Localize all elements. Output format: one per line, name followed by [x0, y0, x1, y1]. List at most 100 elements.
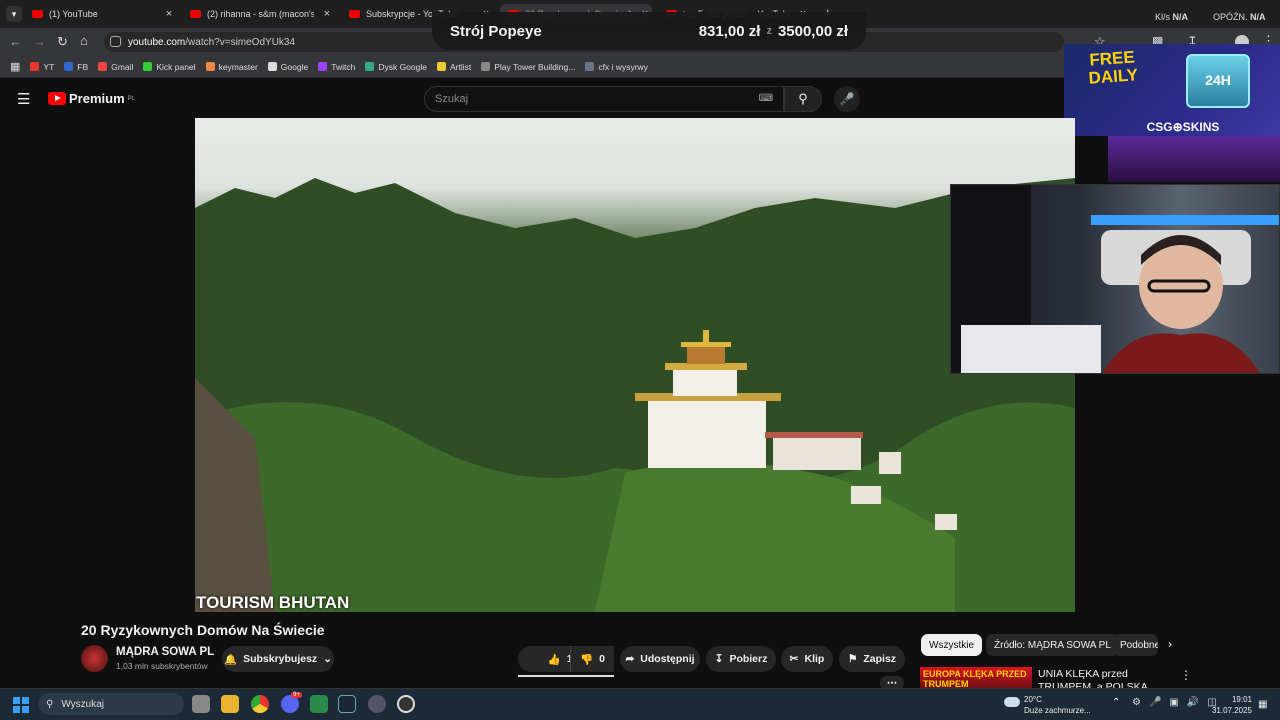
bookmark-item[interactable]: Gmail [98, 62, 133, 72]
thumbs-down-icon: 👎 [580, 653, 594, 666]
dislike-button[interactable]: 👎 0 [570, 646, 614, 672]
download-icon: ↧ [714, 653, 724, 665]
video-player[interactable] [195, 118, 1075, 612]
share-button[interactable]: ➦ Udostępnij [620, 646, 700, 672]
bookmark-item[interactable]: FB [64, 62, 88, 72]
bookmark-favicon-icon [267, 62, 277, 71]
cloud-icon [1004, 697, 1020, 707]
bookmark-favicon-icon [30, 62, 40, 71]
back-icon[interactable]: ← [9, 34, 22, 49]
thumbs-up-icon: 👍 [547, 653, 561, 666]
subscriber-count: 1,03 mln subskrybentów [116, 661, 208, 671]
browser-tab[interactable]: (2) rihanna - s&m (macon's HYP × [182, 4, 334, 24]
goal-separator: z [766, 25, 772, 37]
channel-name[interactable]: MĄDRA SOWA PL [116, 646, 214, 658]
ad-brand-logo: CSG⊕SKINS [1146, 120, 1220, 134]
like-bar [518, 675, 614, 677]
close-tab-icon[interactable]: × [162, 8, 176, 20]
bookmark-favicon-icon [64, 62, 74, 71]
bookmark-favicon-icon [318, 62, 328, 71]
notification-icon[interactable]: ▦ [1258, 699, 1267, 710]
keyboard-icon[interactable]: ⌨ [759, 93, 773, 104]
search-icon[interactable]: ⚲ [784, 86, 822, 112]
recommended-title[interactable]: UNIA KLĘKA przed TRUMPEM, a POLSKA WYDA … [1038, 668, 1178, 688]
file-explorer-icon[interactable] [221, 695, 239, 713]
app-icon[interactable] [310, 695, 328, 713]
bookmark-item[interactable]: cfx i wysyrwy [585, 62, 648, 72]
task-view-icon[interactable] [192, 695, 210, 713]
bookmark-item[interactable]: Google [267, 62, 308, 72]
discord-badge: 9+ [291, 692, 302, 698]
bookmark-item[interactable]: Artlist [436, 62, 471, 72]
bookmark-item[interactable]: Twitch [318, 62, 355, 72]
recommended-menu-icon[interactable]: ⋮ [1180, 668, 1192, 682]
weather-widget[interactable]: 20°C Duże zachmurze... [1024, 694, 1091, 716]
search-input[interactable]: Szukaj ⌨ [424, 86, 784, 112]
close-tab-icon[interactable]: × [320, 8, 334, 20]
bell-icon: 🔔 [223, 653, 238, 666]
video-title: 20 Ryzykownych Domów Na Świecie [81, 622, 325, 638]
bookmark-favicon-icon [436, 62, 446, 71]
tab-search-button[interactable]: ▾ [6, 6, 22, 22]
video-frame-monastery [195, 178, 1075, 612]
windows-start-icon[interactable] [13, 697, 29, 713]
recommended-thumbnail[interactable]: EUROPA KLĘKA PRZED TRUMPEM [920, 667, 1032, 689]
tab-title: (1) YouTube [49, 9, 98, 19]
obs-icon[interactable] [397, 695, 415, 713]
clip-button[interactable]: ✂ Klip [781, 646, 833, 672]
home-icon[interactable]: ⌂ [80, 33, 88, 48]
video-caption: TOURISM BHUTAN [196, 593, 350, 612]
overlay-art [1108, 136, 1280, 182]
stats-left: Kl/s N/A [1155, 12, 1189, 22]
bookmark-item[interactable]: Dysk Google [365, 62, 427, 72]
stats-right: OPÓŹN. N/A [1213, 12, 1266, 22]
taskbar-clock[interactable]: 19:01 31.07.2025 [1208, 694, 1252, 716]
ad-case-image: 24H [1186, 54, 1250, 108]
chip-source[interactable]: Źródło: MĄDRA SOWA PL [986, 634, 1119, 656]
bookmark-item[interactable]: keymaster [205, 62, 258, 72]
tray-chevron-icon[interactable]: ⌃ [1112, 697, 1120, 708]
youtube-premium-logo[interactable]: Premium PL [48, 91, 135, 106]
channel-avatar[interactable] [81, 645, 108, 672]
microphone-icon[interactable]: 🎤 [834, 86, 860, 112]
chip-similar[interactable]: Podobne [1112, 634, 1158, 656]
site-info-icon[interactable] [110, 36, 121, 47]
bookmark-favicon-icon [481, 62, 491, 71]
forward-icon[interactable]: → [33, 34, 46, 49]
bookmark-favicon-icon [143, 62, 153, 71]
ad-headline: FREE DAILY [1087, 47, 1139, 88]
download-button[interactable]: ↧ Pobierz [706, 646, 776, 672]
goal-current: 831,00 zł [698, 22, 761, 40]
bookmark-item[interactable]: Play Tower Building... [481, 62, 575, 72]
chips-next-icon[interactable]: › [1168, 637, 1172, 651]
steam-icon[interactable] [338, 695, 356, 713]
bookmark-icon: ⚑ [847, 653, 858, 665]
subscribe-button[interactable]: 🔔 Subskrybujesz ⌄ [222, 646, 334, 672]
scissors-icon: ✂ [789, 653, 799, 665]
chevron-down-icon: ⌄ [323, 653, 332, 665]
bookmark-favicon-icon [205, 62, 215, 71]
youtube-favicon-icon [190, 10, 201, 18]
goal-target: 3500,00 zł [777, 22, 848, 40]
donation-goal-overlay: Strój Popeye 831,00 zł z 3500,00 zł [432, 12, 866, 50]
bookmark-item[interactable]: YT [30, 62, 54, 72]
youtube-play-icon [48, 92, 66, 105]
save-button[interactable]: ⚑ Zapisz [839, 646, 905, 672]
bookmark-favicon-icon [98, 62, 108, 71]
app-icon-2[interactable] [368, 695, 386, 713]
tab-title: (2) rihanna - s&m (macon's HYP [207, 9, 314, 19]
hamburger-menu-icon[interactable]: ☰ [17, 90, 30, 108]
webcam-image [951, 185, 1279, 373]
taskbar-search[interactable]: ⚲ Wyszukaj [38, 693, 184, 715]
youtube-favicon-icon [349, 10, 360, 18]
bookmark-item[interactable]: Kick panel [143, 62, 196, 72]
browser-tab[interactable]: (1) YouTube × [24, 4, 176, 24]
chrome-icon[interactable] [251, 695, 269, 713]
reload-icon[interactable]: ↻ [57, 34, 68, 50]
goal-item-name: Strój Popeye [450, 22, 542, 40]
webcam-overlay [950, 184, 1280, 374]
apps-grid-icon[interactable]: ▦ [10, 60, 20, 73]
bookmark-favicon-icon [365, 62, 375, 71]
youtube-favicon-icon [32, 10, 43, 18]
chip-all[interactable]: Wszystkie [921, 634, 982, 656]
